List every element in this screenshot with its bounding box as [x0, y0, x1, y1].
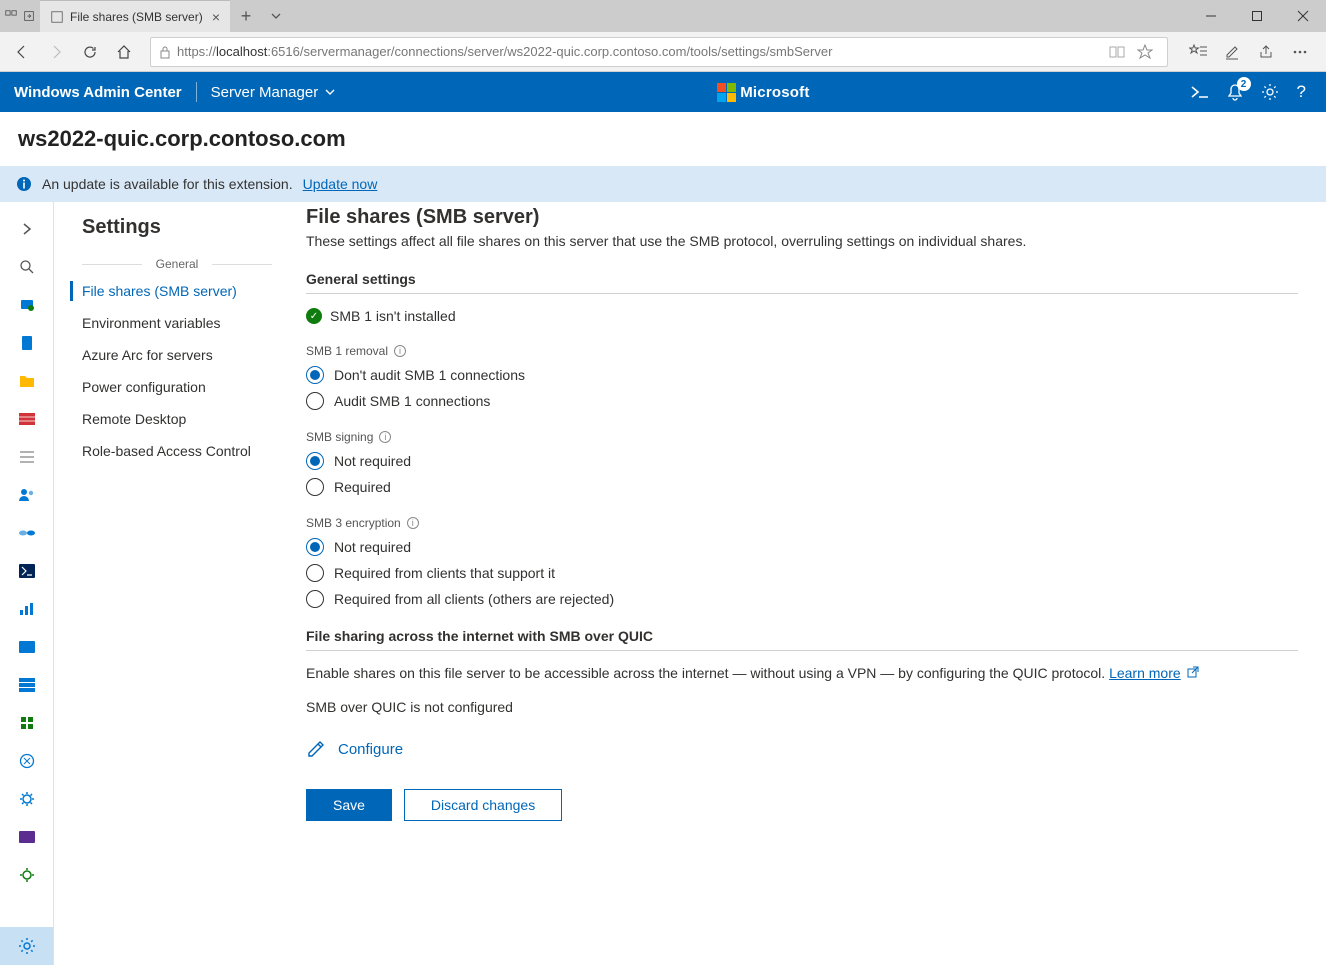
learn-more-link[interactable]: Learn more [1109, 665, 1181, 681]
chevron-down-icon [324, 86, 336, 98]
reading-view-icon[interactable] [1109, 45, 1131, 59]
info-icon[interactable]: i [379, 431, 391, 443]
module-dropdown[interactable]: Server Manager [211, 84, 337, 101]
close-window-button[interactable] [1280, 0, 1326, 32]
rail-azure-hybrid[interactable] [0, 324, 54, 362]
maximize-button[interactable] [1234, 0, 1280, 32]
smb1-status: ✓ SMB 1 isn't installed [306, 308, 1298, 324]
save-button[interactable]: Save [306, 789, 392, 821]
settings-subnav: Settings General File shares (SMB server… [54, 202, 300, 965]
refresh-button[interactable] [76, 38, 104, 66]
microsoft-logo-icon [717, 83, 736, 102]
browser-toolbar: https://localhost:6516/servermanager/con… [0, 32, 1326, 72]
rail-services[interactable] [0, 780, 54, 818]
rail-updates[interactable] [0, 856, 54, 894]
url-text: https://localhost:6516/servermanager/con… [177, 44, 1103, 59]
rail-files[interactable] [0, 362, 54, 400]
rail-performance[interactable] [0, 590, 54, 628]
minimize-button[interactable] [1188, 0, 1234, 32]
tool-rail [0, 202, 54, 965]
subnav-heading: Settings [54, 216, 300, 253]
update-banner: An update is available for this extensio… [0, 166, 1326, 202]
radio-enc-not-required[interactable]: Not required [306, 534, 1298, 560]
quic-status: SMB over QUIC is not configured [306, 699, 1298, 715]
favorite-icon[interactable] [1137, 44, 1159, 60]
forward-button[interactable] [42, 38, 70, 66]
rail-settings[interactable] [0, 927, 54, 965]
settings-icon[interactable] [1261, 83, 1279, 101]
share-icon[interactable] [1252, 38, 1280, 66]
address-bar[interactable]: https://localhost:6516/servermanager/con… [150, 37, 1168, 67]
main-content: File shares (SMB server) These settings … [300, 202, 1326, 965]
section-quic: File sharing across the internet with SM… [306, 628, 1298, 651]
info-icon[interactable]: i [407, 517, 419, 529]
favorites-list-icon[interactable] [1184, 38, 1212, 66]
notification-badge: 2 [1237, 77, 1251, 91]
section-general: General settings [306, 271, 1298, 294]
powershell-icon[interactable] [1191, 84, 1209, 100]
rail-expand[interactable] [0, 210, 54, 248]
quic-description: Enable shares on this file server to be … [306, 665, 1298, 681]
radio-signing-required[interactable]: Required [306, 474, 1298, 500]
radio-enc-required-supported[interactable]: Required from clients that support it [306, 560, 1298, 586]
rail-roles[interactable] [0, 704, 54, 742]
lock-icon [159, 45, 171, 59]
rail-scheduled-tasks[interactable] [0, 742, 54, 780]
radio-smb1-dont-audit[interactable]: Don't audit SMB 1 connections [306, 362, 1298, 388]
nav-rbac[interactable]: Role-based Access Control [54, 435, 300, 467]
content-desc: These settings affect all file shares on… [306, 233, 1298, 249]
set-aside-icon[interactable] [22, 9, 36, 23]
notes-icon[interactable] [1218, 38, 1246, 66]
configure-button[interactable]: Configure [306, 739, 1298, 759]
content-heading: File shares (SMB server) [306, 206, 1298, 229]
more-icon[interactable] [1286, 38, 1314, 66]
rail-registry[interactable] [0, 666, 54, 704]
back-button[interactable] [8, 38, 36, 66]
radio-signing-not-required[interactable]: Not required [306, 448, 1298, 474]
rail-installed-apps[interactable] [0, 438, 54, 476]
rail-local-users[interactable] [0, 476, 54, 514]
rail-firewall[interactable] [0, 400, 54, 438]
tab-dropdown-icon[interactable] [262, 0, 290, 32]
nav-env-vars[interactable]: Environment variables [54, 307, 300, 339]
rail-storage[interactable] [0, 818, 54, 856]
rail-networks[interactable] [0, 514, 54, 552]
close-tab-icon[interactable]: × [212, 9, 220, 25]
help-icon[interactable]: ? [1297, 82, 1306, 102]
smb1-removal-label: SMB 1 removal i [306, 344, 1298, 358]
radio-smb1-audit[interactable]: Audit SMB 1 connections [306, 388, 1298, 414]
nav-power[interactable]: Power configuration [54, 371, 300, 403]
signing-label: SMB signing i [306, 430, 1298, 444]
nav-file-shares[interactable]: File shares (SMB server) [54, 275, 300, 307]
rail-processes[interactable] [0, 628, 54, 666]
nav-azure-arc[interactable]: Azure Arc for servers [54, 339, 300, 371]
info-icon[interactable]: i [394, 345, 406, 357]
browser-titlebar: File shares (SMB server) × + [0, 0, 1326, 32]
rail-search[interactable] [0, 248, 54, 286]
info-icon [16, 176, 32, 192]
nav-remote-desktop[interactable]: Remote Desktop [54, 403, 300, 435]
update-now-link[interactable]: Update now [303, 176, 378, 192]
edit-icon [306, 739, 326, 759]
rail-overview[interactable] [0, 286, 54, 324]
home-button[interactable] [110, 38, 138, 66]
tab-title: File shares (SMB server) [70, 10, 203, 24]
wac-header: Windows Admin Center Server Manager Micr… [0, 72, 1326, 112]
external-link-icon [1187, 665, 1199, 681]
subnav-group-label: General [82, 253, 272, 275]
new-tab-button[interactable]: + [230, 0, 262, 32]
encryption-label: SMB 3 encryption i [306, 516, 1298, 530]
notifications-icon[interactable]: 2 [1227, 83, 1243, 101]
check-icon: ✓ [306, 308, 322, 324]
product-name[interactable]: Windows Admin Center [14, 84, 182, 101]
radio-enc-required-all[interactable]: Required from all clients (others are re… [306, 586, 1298, 612]
discard-button[interactable]: Discard changes [404, 789, 562, 821]
rail-powershell[interactable] [0, 552, 54, 590]
page-title: ws2022-quic.corp.contoso.com [0, 112, 1326, 166]
banner-text: An update is available for this extensio… [42, 176, 293, 192]
microsoft-label: Microsoft [740, 84, 809, 101]
page-icon [50, 10, 64, 24]
browser-tab[interactable]: File shares (SMB server) × [40, 0, 230, 32]
tab-actions-icon[interactable] [4, 9, 18, 23]
